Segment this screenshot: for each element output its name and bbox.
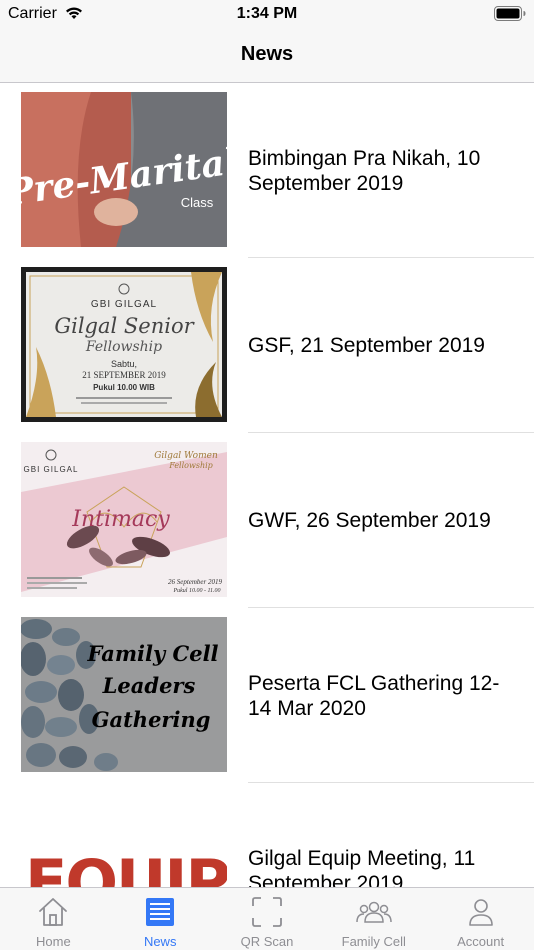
tab-label: QR Scan (240, 934, 294, 949)
thumb-text-date: 21 SEPTEMBER 2019 (82, 370, 166, 380)
tab-account[interactable]: Account (427, 888, 534, 950)
thumb-text-leaders: Leaders (102, 673, 196, 698)
news-title: GSF, 21 September 2019 (248, 334, 485, 357)
battery-icon (494, 6, 526, 26)
tab-qr-scan[interactable]: QR Scan (214, 888, 321, 950)
news-title: Bimbingan Pra Nikah, 10 September 2019 (248, 146, 481, 195)
tab-label: Account (457, 934, 505, 949)
thumb-text-date: 26 September 2019 (168, 578, 223, 586)
news-icon (144, 896, 176, 933)
thumb-text-fellowship: Fellowship (85, 339, 162, 355)
news-list[interactable]: Pre-Marital Class Bimbingan Pra Nikah, 1… (0, 83, 534, 887)
news-row-gwf[interactable]: GBI GILGAL Gilgal Women Fellowship Intim… (0, 433, 534, 608)
navigation-bar: News (0, 28, 534, 83)
account-icon (465, 896, 497, 933)
thumb-text-day: Sabtu, (111, 359, 137, 369)
news-title: Peserta FCL Gathering 12-14 Mar 2020 (248, 671, 500, 720)
thumb-text-gathering: Gathering (92, 707, 211, 732)
tab-label: News (143, 934, 177, 949)
status-time: 1:34 PM (236, 5, 298, 22)
thumb-text-gwf: Gilgal Women (154, 451, 218, 461)
tab-label: Family Cell (341, 934, 406, 949)
thumb-text-church: GBI GILGAL (91, 299, 157, 310)
tab-home[interactable]: Home (0, 888, 107, 950)
thumb-text-class: Class (181, 195, 214, 210)
news-row-gsf[interactable]: GBI GILGAL Gilgal Senior Fellowship Sabt… (0, 258, 534, 433)
news-title: Gilgal Equip Meeting, 11 September 2019 (248, 846, 476, 888)
thumb-text-intimacy: Intimacy (71, 507, 170, 532)
news-thumbnail-gsf: GBI GILGAL Gilgal Senior Fellowship Sabt… (21, 267, 227, 422)
news-thumbnail-gwf: GBI GILGAL Gilgal Women Fellowship Intim… (21, 442, 227, 597)
family-cell-icon (356, 896, 392, 933)
home-icon (37, 896, 69, 933)
thumb-text-gsf: Gilgal Senior (54, 314, 195, 338)
tab-news[interactable]: News (107, 888, 214, 950)
status-bar: Carrier 1:34 PM (0, 0, 534, 28)
news-row-fcl-gathering[interactable]: Family Cell Leaders Gathering Peserta FC… (0, 608, 534, 783)
news-thumbnail-equip: EQUIP (21, 792, 227, 887)
thumb-text-equip: EQUIP (25, 846, 227, 887)
tab-family-cell[interactable]: Family Cell (320, 888, 427, 950)
thumb-text-church: GBI GILGAL (24, 465, 79, 474)
news-thumbnail-fcl: Family Cell Leaders Gathering (21, 617, 227, 772)
news-row-premarital[interactable]: Pre-Marital Class Bimbingan Pra Nikah, 1… (0, 83, 534, 258)
tab-bar: Home News QR Scan Family Cell Account (0, 887, 534, 950)
thumb-text-time: Pukul 10.00 - 11.00 (172, 588, 220, 594)
thumb-text-fellowship: Fellowship (168, 461, 213, 470)
news-title: GWF, 26 September 2019 (248, 509, 491, 532)
tab-label: Home (36, 934, 71, 949)
thumb-text-time: Pukul 10.00 WIB (93, 383, 155, 392)
thumb-text-family-cell: Family Cell (86, 641, 218, 666)
page-title: News (240, 43, 294, 65)
news-row-equip[interactable]: EQUIP Gilgal Equip Meeting, 11 September… (0, 783, 534, 887)
qr-scan-icon (251, 896, 283, 933)
news-thumbnail-premarital: Pre-Marital Class (21, 92, 227, 247)
